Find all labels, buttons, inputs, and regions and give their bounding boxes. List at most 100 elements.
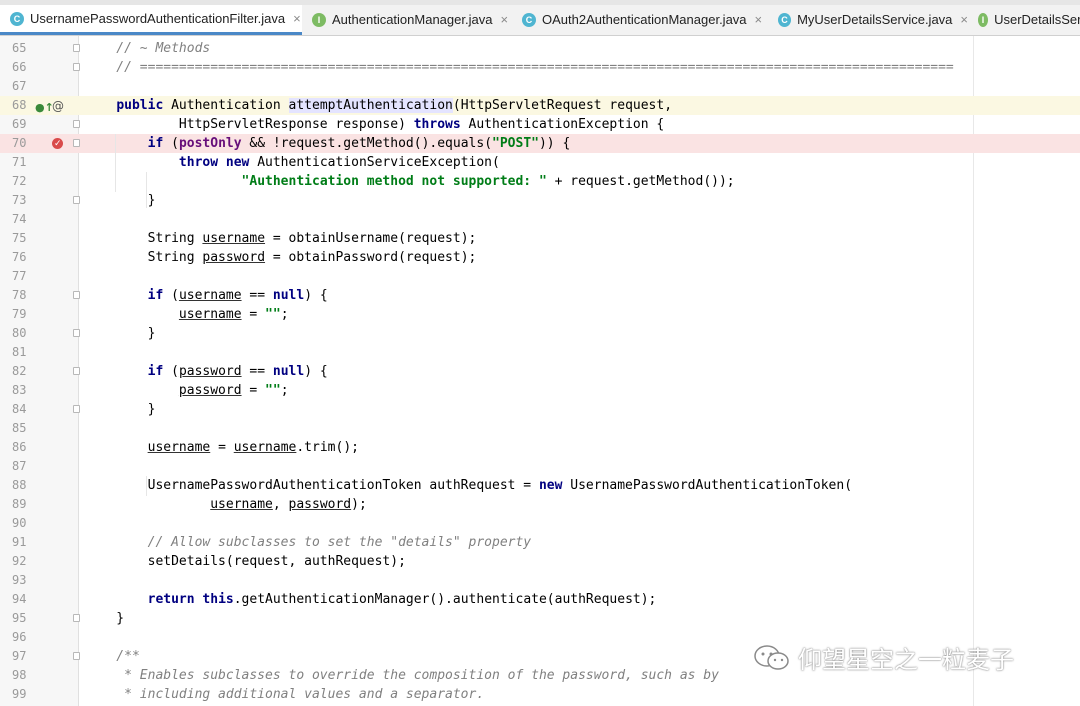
code-line[interactable]: 66 // ==================================… [0,58,1080,77]
watermark-text: 仰望星空之一粒麦子 [798,646,1014,674]
line-number: 80 [12,326,27,340]
line-number: 87 [12,459,27,473]
tab-close-icon[interactable]: × [755,12,763,27]
code-token: ) { [304,364,328,379]
code-text: username = username.trim(); [85,438,359,457]
tab-close-icon[interactable]: × [293,11,301,26]
code-token: null [272,288,305,303]
code-token: && !request.getMethod().equals( [241,136,493,151]
code-text: } [85,324,156,343]
code-line[interactable]: 94 return this.getAuthenticationManager(… [0,590,1080,609]
code-line[interactable]: 90 [0,514,1080,533]
code-token: = obtainUsername(request); [265,231,477,246]
code-line[interactable]: 70 ✓ if (postOnly && !request.getMethod()… [0,134,1080,153]
fold-marker-icon[interactable] [73,367,80,375]
code-line[interactable]: 65 // ~ Methods [0,39,1080,58]
fold-marker-icon[interactable] [73,139,80,147]
code-token: password [288,497,352,512]
code-text: "Authentication method not supported: " … [85,172,735,191]
java-class-icon: C [10,11,24,26]
code-line[interactable]: 67 [0,77,1080,96]
code-token: , [272,497,289,512]
wechat-logo-icon [752,643,792,673]
fold-marker-icon[interactable] [73,405,80,413]
code-token: Authentication [163,98,289,113]
code-line[interactable]: 86 username = username.trim(); [0,438,1080,457]
annotation-icon[interactable]: @ [52,97,64,116]
code-line[interactable]: 81 [0,343,1080,362]
fold-marker-icon[interactable] [73,614,80,622]
code-line[interactable]: 82 if (password == null) { [0,362,1080,381]
code-line[interactable]: 72 "Authentication method not supported:… [0,172,1080,191]
code-line[interactable]: 76 String password = obtainPassword(requ… [0,248,1080,267]
java-interface-icon: I [978,12,989,27]
line-number: 93 [12,573,27,587]
code-line[interactable]: 68 ●↑ @ public Authentication attemptAuthe… [0,96,1080,115]
code-token: "POST" [492,136,539,151]
fold-marker-icon[interactable] [73,329,80,337]
code-token: /** [85,649,140,664]
code-line[interactable]: 85 [0,419,1080,438]
code-line[interactable]: 73 } [0,191,1080,210]
code-line[interactable]: 92 setDetails(request, authRequest); [0,552,1080,571]
tab-4[interactable]: C MyUserDetailsService.java × [768,5,968,34]
code-line[interactable]: 69 HttpServletResponse response) throws … [0,115,1080,134]
code-token: new [538,478,563,493]
code-line[interactable]: 88 UsernamePasswordAuthenticationToken a… [0,476,1080,495]
code-line[interactable]: 79 username = ""; [0,305,1080,324]
code-token: "" [265,307,281,322]
line-number: 96 [12,630,27,644]
fold-marker-icon[interactable] [73,120,80,128]
code-line[interactable]: 99 * including additional values and a s… [0,685,1080,704]
code-line[interactable]: 93 [0,571,1080,590]
line-number: 85 [12,421,27,435]
code-line[interactable]: 75 String username = obtainUsername(requ… [0,229,1080,248]
code-line[interactable]: 95 } [0,609,1080,628]
fold-marker-icon[interactable] [73,63,80,71]
code-line[interactable]: 74 [0,210,1080,229]
code-line[interactable]: 83 password = ""; [0,381,1080,400]
code-token: username [233,440,297,455]
code-text: } [85,609,124,628]
code-line[interactable]: 80 } [0,324,1080,343]
tab-close-icon[interactable]: × [500,12,508,27]
line-number: 75 [12,231,27,245]
tab-1[interactable]: C UsernamePasswordAuthenticationFilter.ja… [0,5,302,35]
tab-2[interactable]: I AuthenticationManager.java × [302,5,511,34]
line-number: 82 [12,364,27,378]
tab-3[interactable]: C OAuth2AuthenticationManager.java × [512,5,768,34]
fold-marker-icon[interactable] [73,196,80,204]
code-token: } [85,402,156,417]
fold-marker-icon[interactable] [73,652,80,660]
line-number: 79 [12,307,27,321]
breakpoint-icon[interactable]: ✓ [52,138,63,149]
code-token: username [210,497,273,512]
code-text: password = ""; [85,381,289,400]
tab-5[interactable]: I UserDetailsServ [968,5,1080,34]
code-token: + request.getMethod()); [546,174,735,189]
line-number: 95 [12,611,27,625]
breakpoint-check-icon: ✓ [54,139,62,149]
code-line[interactable]: 84 } [0,400,1080,419]
tab-label: UserDetailsServ [994,12,1080,27]
java-class-icon: C [778,12,792,27]
code-line[interactable]: 77 [0,267,1080,286]
code-line[interactable]: 87 [0,457,1080,476]
code-line[interactable]: 89 username, password); [0,495,1080,514]
fold-marker-icon[interactable] [73,44,80,52]
code-text: UsernamePasswordAuthenticationToken auth… [85,476,852,495]
code-text: /** [85,647,140,666]
code-token: UsernamePasswordAuthenticationToken( [562,478,853,493]
tab-close-icon[interactable]: × [960,12,968,27]
fold-marker-icon[interactable] [73,291,80,299]
code-line[interactable]: 71 throw new AuthenticationServiceExcept… [0,153,1080,172]
code-token: if [147,136,164,151]
code-line[interactable]: 78 if (username == null) { [0,286,1080,305]
line-number: 86 [12,440,27,454]
code-token: } [85,326,156,341]
code-token: ( [163,364,179,379]
code-line[interactable]: 91 // Allow subclasses to set the "detai… [0,533,1080,552]
